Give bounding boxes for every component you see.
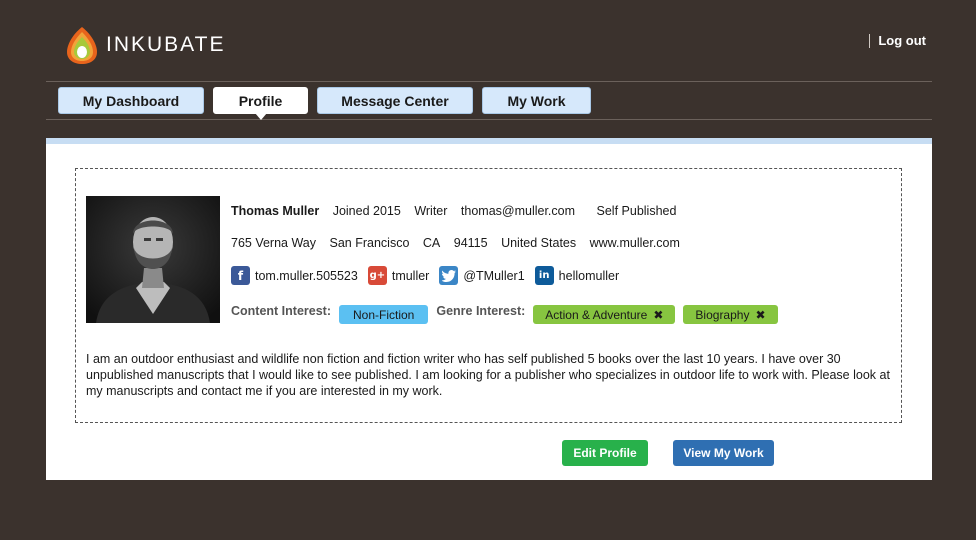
facebook-handle: tom.muller.505523 (255, 268, 358, 283)
close-icon[interactable]: ✖ (653, 308, 663, 322)
divider (46, 81, 932, 82)
zip-code: 94115 (453, 236, 488, 250)
close-icon[interactable]: ✖ (755, 308, 765, 322)
twitter-icon (439, 266, 459, 285)
publishing-status: Self Published (596, 204, 677, 218)
egg-logo-icon (67, 27, 97, 64)
avatar (86, 196, 220, 323)
profile-summary-row: Thomas Muller Joined 2015 Writer thomas@… (231, 204, 686, 218)
social-links: f tom.muller.505523 g+ tmuller @TMuller1… (231, 266, 629, 285)
city: San Francisco (329, 236, 410, 250)
logout-link[interactable]: Log out (878, 33, 926, 48)
tab-profile[interactable]: Profile (213, 87, 308, 120)
logout-area: Log out (869, 33, 926, 48)
facebook-link[interactable]: f tom.muller.505523 (231, 266, 358, 285)
website-link[interactable]: www.muller.com (590, 236, 680, 250)
content-interest-label: Content Interest: (231, 304, 331, 318)
profile-bio: I am an outdoor enthusiast and wildlife … (86, 352, 890, 398)
genre-interest-tag[interactable]: Action & Adventure ✖ (533, 305, 676, 324)
profile-panel: Thomas Muller Joined 2015 Writer thomas@… (46, 138, 932, 480)
twitter-handle: @TMuller1 (463, 268, 525, 283)
linkedin-link[interactable]: in hellomuller (534, 266, 620, 285)
tab-my-dashboard[interactable]: My Dashboard (58, 87, 204, 114)
divider (869, 33, 871, 48)
linkedin-handle: hellomuller (558, 268, 620, 283)
genre-tag-label: Biography (695, 307, 750, 322)
tab-message-center[interactable]: Message Center (317, 87, 473, 114)
view-my-work-button[interactable]: View My Work (673, 440, 774, 466)
interests-row: Content Interest: Non-Fiction Genre Inte… (231, 303, 786, 324)
googleplus-handle: tmuller (391, 268, 430, 283)
tab-my-work[interactable]: My Work (482, 87, 591, 114)
profile-card: Thomas Muller Joined 2015 Writer thomas@… (75, 168, 902, 423)
joined-year: Joined 2015 (332, 204, 401, 218)
linkedin-icon: in (534, 266, 554, 285)
state: CA (422, 236, 441, 250)
country: United States (501, 236, 577, 250)
genre-tag-label: Action & Adventure (545, 307, 648, 322)
genre-interest-label: Genre Interest: (436, 304, 526, 318)
edit-profile-button[interactable]: Edit Profile (562, 440, 648, 466)
facebook-icon: f (231, 266, 250, 285)
genre-interest-tag[interactable]: Biography ✖ (683, 305, 778, 324)
main-nav-tabs: My Dashboard Profile Message Center My W… (58, 87, 591, 120)
googleplus-link[interactable]: g+ tmuller (367, 266, 430, 285)
inkubate-logo[interactable]: INKUBATE (66, 25, 225, 65)
panel-top-bar (46, 138, 932, 144)
street-address: 765 Verna Way (231, 236, 317, 250)
profile-address-row: 765 Verna Way San Francisco CA 94115 Uni… (231, 236, 690, 250)
profile-photo (86, 196, 220, 323)
profile-name: Thomas Muller (231, 204, 320, 218)
divider (46, 119, 932, 120)
profile-email[interactable]: thomas@muller.com (461, 204, 575, 218)
google-plus-icon: g+ (367, 266, 387, 285)
brand-name: INKUBATE (106, 33, 226, 56)
twitter-link[interactable]: @TMuller1 (439, 266, 525, 285)
profile-role: Writer (414, 204, 448, 218)
content-interest-tag[interactable]: Non-Fiction (339, 305, 429, 324)
